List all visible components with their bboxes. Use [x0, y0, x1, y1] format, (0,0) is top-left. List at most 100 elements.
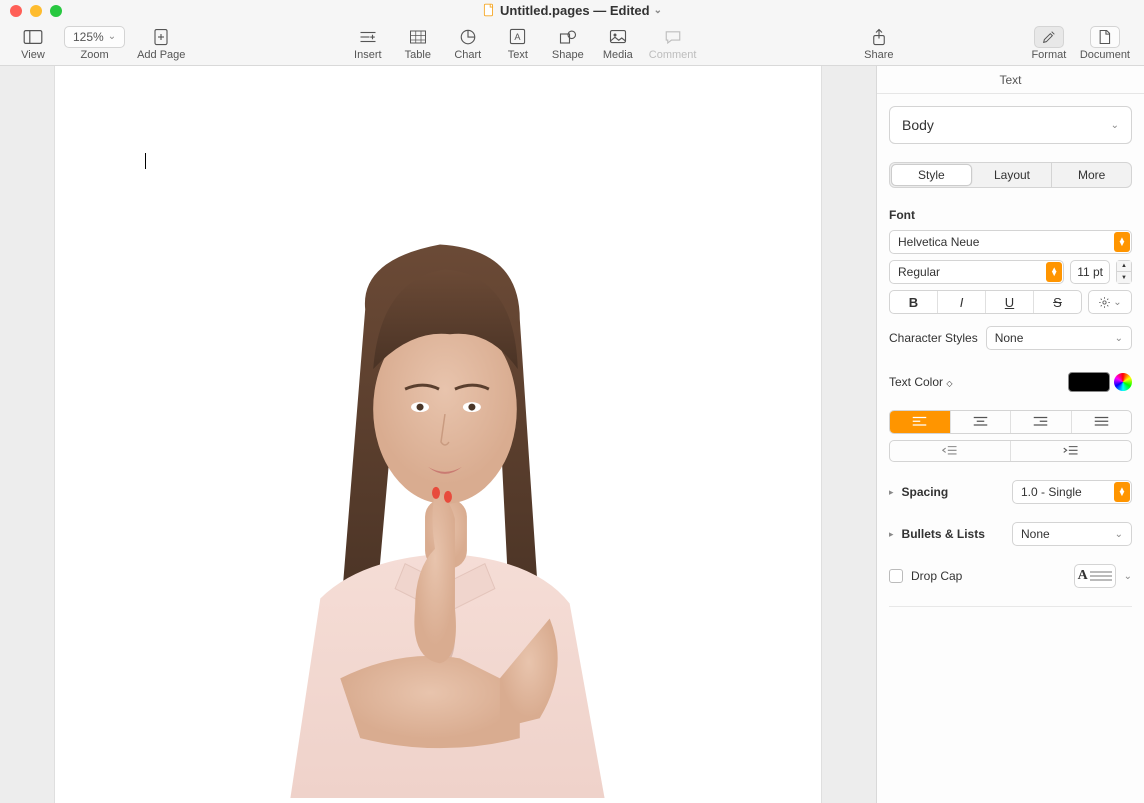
- divider: [889, 606, 1132, 607]
- dropcap-style-dropdown[interactable]: A: [1074, 564, 1116, 588]
- insert-label: Insert: [354, 49, 382, 61]
- comment-button[interactable]: Comment: [643, 21, 703, 65]
- spacing-label: Spacing: [902, 485, 1004, 499]
- gear-icon: [1098, 296, 1111, 309]
- text-label: Text: [508, 49, 528, 61]
- chart-label: Chart: [454, 49, 481, 61]
- shape-button[interactable]: Shape: [543, 21, 593, 65]
- subtab-style[interactable]: Style: [891, 164, 972, 186]
- color-wheel-button[interactable]: [1114, 373, 1132, 391]
- font-size-field[interactable]: 11 pt: [1070, 260, 1110, 284]
- fullscreen-window-button[interactable]: [50, 5, 62, 17]
- underline-button[interactable]: U: [986, 291, 1034, 313]
- stepper-down-icon[interactable]: ▼: [1117, 272, 1131, 283]
- page[interactable]: [55, 66, 821, 803]
- italic-button[interactable]: I: [938, 291, 986, 313]
- bullets-value: None: [1021, 527, 1050, 541]
- chart-button[interactable]: Chart: [443, 21, 493, 65]
- inserted-image[interactable]: [55, 66, 821, 803]
- media-button[interactable]: Media: [593, 21, 643, 65]
- add-page-button[interactable]: Add Page: [131, 21, 191, 65]
- disclosure-triangle-icon[interactable]: ▸: [889, 487, 894, 498]
- subtab-layout[interactable]: Layout: [973, 163, 1053, 187]
- document-canvas[interactable]: [0, 66, 876, 803]
- window-controls: [10, 5, 62, 17]
- dropcap-checkbox[interactable]: [889, 569, 903, 583]
- add-page-label: Add Page: [137, 49, 185, 61]
- comment-label: Comment: [649, 49, 697, 61]
- paintbrush-icon: [1041, 29, 1057, 45]
- font-size-stepper[interactable]: ▲ ▼: [1116, 260, 1132, 284]
- spacing-dropdown[interactable]: 1.0 - Single ▲▼: [1012, 480, 1132, 504]
- zoom-label: Zoom: [80, 49, 108, 61]
- font-family-dropdown[interactable]: Helvetica Neue ▲▼: [889, 230, 1132, 254]
- zoom-value: 125%: [73, 30, 104, 44]
- bullets-dropdown[interactable]: None ⌄: [1012, 522, 1132, 546]
- align-justify-button[interactable]: [1072, 411, 1132, 433]
- table-button[interactable]: Table: [393, 21, 443, 65]
- advanced-font-button[interactable]: ⌄: [1088, 290, 1132, 314]
- disclosure-triangle-icon[interactable]: ▸: [889, 529, 894, 540]
- character-styles-value: None: [995, 331, 1024, 345]
- dropcap-preview-icon: A: [1078, 568, 1088, 584]
- dropdown-stepper-icon: ▲▼: [1114, 232, 1130, 252]
- chevron-down-icon: ⌄: [1113, 297, 1121, 308]
- bold-button[interactable]: B: [890, 291, 938, 313]
- chevron-down-icon: ⌄: [1124, 571, 1132, 582]
- stepper-up-icon[interactable]: ▲: [1117, 261, 1131, 272]
- document-title[interactable]: Untitled.pages — Edited ⌄: [482, 3, 662, 18]
- chevron-down-icon: ⌄: [1111, 120, 1119, 131]
- insert-button[interactable]: Insert: [343, 21, 393, 65]
- text-align-buttons: [889, 410, 1132, 434]
- chevron-down-icon: ⌄: [108, 31, 116, 42]
- bullets-label: Bullets & Lists: [902, 527, 1004, 541]
- titlebar: Untitled.pages — Edited ⌄: [0, 0, 1144, 20]
- format-button[interactable]: Format: [1024, 21, 1074, 65]
- share-button[interactable]: Share: [854, 21, 904, 65]
- dropdown-stepper-icon: ▲▼: [1114, 482, 1130, 502]
- dropcap-label: Drop Cap: [911, 569, 1066, 583]
- character-styles-dropdown[interactable]: None ⌄: [986, 326, 1132, 350]
- document-button[interactable]: Document: [1074, 21, 1136, 65]
- subtab-more[interactable]: More: [1052, 163, 1131, 187]
- strikethrough-button[interactable]: S: [1034, 291, 1081, 313]
- document-icon: [1098, 29, 1111, 45]
- title-chevron-icon: ⌄: [654, 5, 662, 16]
- format-inspector: Text Body ⌄ Style Layout More Font Helve…: [876, 66, 1144, 803]
- shape-label: Shape: [552, 49, 584, 61]
- close-window-button[interactable]: [10, 5, 22, 17]
- inspector-subtabs: Style Layout More: [889, 162, 1132, 188]
- view-button[interactable]: View: [8, 21, 58, 65]
- font-section-label: Font: [889, 208, 1132, 222]
- document-label: Document: [1080, 49, 1130, 61]
- text-style-buttons: B I U S: [889, 290, 1082, 314]
- text-color-swatch[interactable]: [1068, 372, 1110, 392]
- paragraph-style-dropdown[interactable]: Body ⌄: [889, 106, 1132, 144]
- doc-name: Untitled.pages — Edited: [500, 3, 650, 18]
- indent-buttons: [889, 440, 1132, 462]
- pages-doc-icon: [482, 3, 496, 17]
- svg-text:A: A: [515, 32, 522, 42]
- indent-button[interactable]: [1011, 441, 1131, 461]
- text-cursor: [145, 153, 146, 169]
- align-center-button[interactable]: [951, 411, 1012, 433]
- text-button[interactable]: A Text: [493, 21, 543, 65]
- character-styles-label: Character Styles: [889, 331, 978, 345]
- outdent-button[interactable]: [890, 441, 1011, 461]
- align-right-button[interactable]: [1011, 411, 1072, 433]
- toolbar: View 125% ⌄ Zoom Add Page Insert Table Ch…: [0, 20, 1144, 66]
- zoom-button[interactable]: 125% ⌄ Zoom: [58, 21, 131, 65]
- table-label: Table: [405, 49, 431, 61]
- font-weight-value: Regular: [898, 265, 940, 279]
- paragraph-style-value: Body: [902, 117, 934, 133]
- dropdown-stepper-icon: ▲▼: [1046, 262, 1062, 282]
- align-left-button[interactable]: [890, 411, 951, 433]
- font-weight-dropdown[interactable]: Regular ▲▼: [889, 260, 1064, 284]
- format-label: Format: [1031, 49, 1066, 61]
- chevron-down-icon: ⌄: [1115, 529, 1123, 540]
- share-label: Share: [864, 49, 893, 61]
- minimize-window-button[interactable]: [30, 5, 42, 17]
- chevron-down-icon: ⌄: [1115, 333, 1123, 344]
- text-color-label[interactable]: Text Color ◇: [889, 375, 953, 389]
- inspector-tab-text[interactable]: Text: [877, 66, 1144, 94]
